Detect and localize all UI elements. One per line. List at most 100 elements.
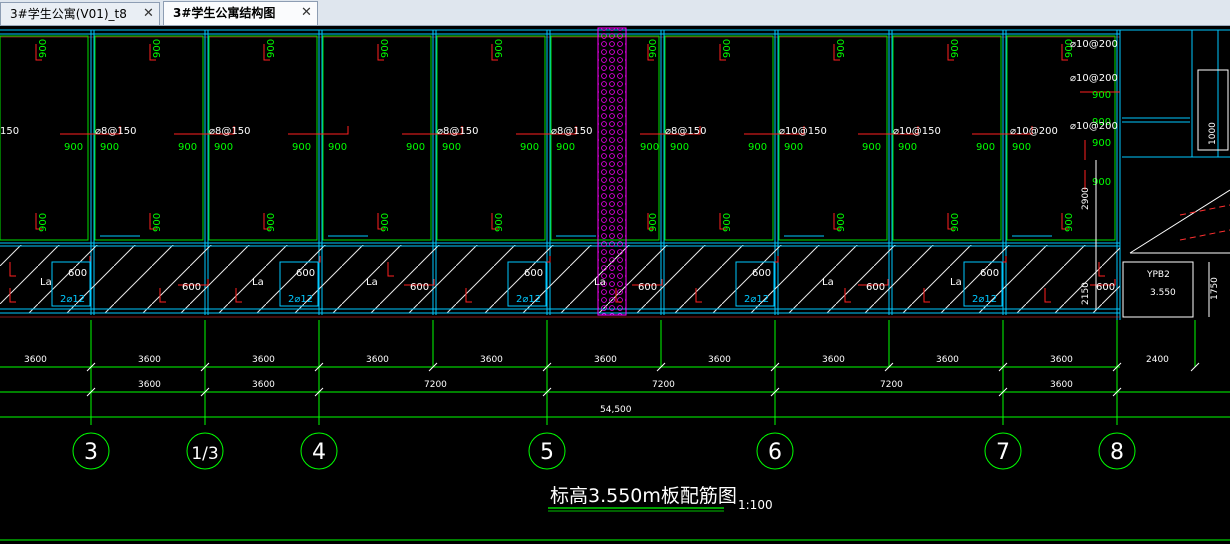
close-icon[interactable]: ✕ (301, 2, 312, 24)
rebar-label: 2⌀12 (972, 294, 997, 305)
dim-label: 3600 (366, 355, 389, 365)
axis-label: 5 (540, 440, 554, 465)
la-label: La (822, 277, 834, 288)
rebar-label: 2⌀12 (744, 294, 769, 305)
dim-label: 900 (722, 213, 733, 232)
dim-label: 3600 (480, 355, 503, 365)
dim-label: 900 (976, 142, 995, 153)
dim-label: 900 (648, 39, 659, 58)
total-dim-label: 54,500 (600, 405, 632, 415)
dim-label: 1000 (1208, 122, 1218, 145)
dim-label: 3600 (936, 355, 959, 365)
dim-label: 7200 (424, 380, 447, 390)
dim-label: 3600 (252, 380, 275, 390)
cad-drawing-canvas[interactable]: 900 900 900 900 900 900 900 900 900 900 … (0, 26, 1230, 544)
axis-label: 3 (84, 440, 98, 465)
dim-label: 600 (638, 282, 657, 293)
dim-label: 3600 (138, 380, 161, 390)
dim-label: 900 (1092, 138, 1111, 149)
dim-label: 3600 (1050, 380, 1073, 390)
dim-label: 3600 (138, 355, 161, 365)
dim-label: 900 (836, 213, 847, 232)
dim-label: 900 (494, 39, 505, 58)
beam-label: YPB2 (1146, 270, 1170, 280)
dim-label: 900 (1092, 177, 1111, 188)
dim-label: 3600 (594, 355, 617, 365)
tab-3-student-apartment-v01[interactable]: 3#学生公寓(V01)_t8 ✕ (0, 2, 160, 25)
dim-label: 900 (178, 142, 197, 153)
dim-label: 600 (524, 268, 543, 279)
axis-bubbles (72, 432, 1136, 470)
dim-label: 900 (950, 39, 961, 58)
dim-label: 900 (214, 142, 233, 153)
dim-label: 900 (836, 39, 847, 58)
axis-labels: 3 1/3 4 5 6 7 8 (84, 440, 1124, 465)
dim-label: 900 (862, 142, 881, 153)
slab-panels (0, 35, 1116, 241)
dim-label: 900 (784, 142, 803, 153)
axis-label: 7 (996, 440, 1010, 465)
dim-label: 3600 (822, 355, 845, 365)
dim-label: 7200 (652, 380, 675, 390)
dim-label: 600 (980, 268, 999, 279)
drawing-scale: 1:100 (738, 498, 773, 512)
axis-label: 4 (312, 440, 326, 465)
dim-label: 900 (1012, 142, 1031, 153)
tab-3-student-apartment-structure[interactable]: 3#学生公寓结构图 ✕ (163, 1, 318, 25)
dim-label: 7200 (880, 380, 903, 390)
dim-label: 900 (292, 142, 311, 153)
bay-labels: 900 900 900 900 900 900 900 900 900 900 … (64, 90, 1111, 188)
document-tab-bar: 3#学生公寓(V01)_t8 ✕ 3#学生公寓结构图 ✕ (0, 0, 1230, 26)
beam-elevation: 3.550 (1150, 288, 1176, 298)
rebar-label: ⌀10@200 (1070, 121, 1118, 132)
rebar-label: 2⌀12 (516, 294, 541, 305)
dim-label: 600 (296, 268, 315, 279)
tab-label: 3#学生公寓(V01)_t8 (10, 7, 127, 21)
dim-label: 600 (410, 282, 429, 293)
dim-label: 900 (950, 213, 961, 232)
dim-label: 900 (380, 213, 391, 232)
dim-label: 600 (866, 282, 885, 293)
dim-label: 900 (266, 213, 277, 232)
rebar-label: 2⌀12 (60, 294, 85, 305)
dim-label: 900 (406, 142, 425, 153)
axis-label: 6 (768, 440, 782, 465)
dim-label: 900 (520, 142, 539, 153)
tab-label: 3#学生公寓结构图 (173, 6, 276, 20)
dim-label: 900 (152, 39, 163, 58)
dim-label: 900 (1092, 90, 1111, 101)
axis-label: 8 (1110, 440, 1124, 465)
rebar-label: 150 (0, 126, 19, 137)
drawing-title: 标高3.550m板配筋图 (550, 485, 737, 507)
dim-label: 900 (100, 142, 119, 153)
dim-label: 2900 (1081, 187, 1091, 210)
rebar-label: ⌀8@150 (437, 126, 478, 137)
rebar-label: ⌀8@150 (209, 126, 250, 137)
rebar-label: ⌀8@150 (665, 126, 706, 137)
dim-label: 2400 (1146, 355, 1169, 365)
dimension-texts: 3600 3600 3600 3600 3600 3600 3600 3600 … (24, 355, 1169, 415)
rebar-label: ⌀10@150 (893, 126, 941, 137)
dim-label: 3600 (1050, 355, 1073, 365)
dim-label: 900 (494, 213, 505, 232)
cad-drawing: 900 900 900 900 900 900 900 900 900 900 … (0, 27, 1230, 541)
la-label: La (950, 277, 962, 288)
dim-label: 900 (556, 142, 575, 153)
rebar-label: 2⌀12 (288, 294, 313, 305)
dim-label: 900 (64, 142, 83, 153)
dim-label: 900 (328, 142, 347, 153)
dim-label: 1750 (1210, 277, 1220, 300)
dim-label: 900 (722, 39, 733, 58)
dim-label: 3600 (708, 355, 731, 365)
rebar-label: ⌀10@200 (1070, 73, 1118, 84)
dim-label: 900 (38, 39, 49, 58)
dim-label: 900 (670, 142, 689, 153)
close-icon[interactable]: ✕ (143, 3, 154, 25)
rebar-label: ⌀10@150 (779, 126, 827, 137)
dim-label: 900 (748, 142, 767, 153)
dim-label: 900 (648, 213, 659, 232)
la-label: La (252, 277, 264, 288)
dim-label: 900 (640, 142, 659, 153)
dim-label: 600 (1096, 282, 1115, 293)
stair-void (597, 27, 627, 316)
